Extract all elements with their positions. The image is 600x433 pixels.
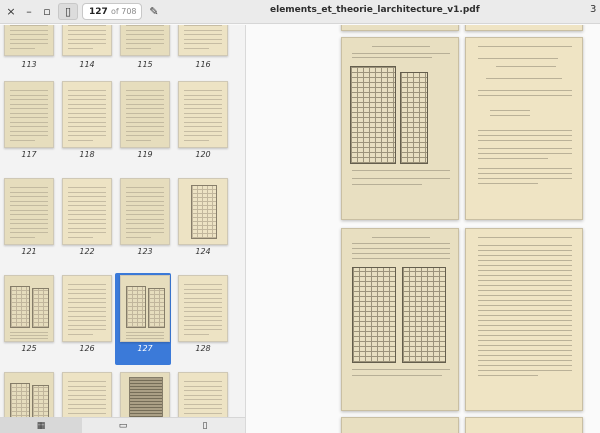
page-left-row3 — [341, 417, 459, 433]
tab-bookmarks[interactable]: ▯ — [164, 418, 246, 433]
thumbnail-page[interactable] — [62, 178, 112, 245]
thumbnail-label: 123 — [137, 247, 153, 256]
thumbnail-label: 120 — [195, 150, 211, 159]
thumbnail-label: 119 — [137, 150, 153, 159]
thumbnail-page[interactable] — [178, 372, 228, 417]
thumbnail-page[interactable] — [4, 372, 54, 417]
page-partial-top-right — [465, 25, 583, 31]
thumbnail-page[interactable] — [62, 372, 112, 417]
thumbnail-label: 115 — [137, 60, 153, 69]
thumbnail-label: 126 — [79, 344, 95, 353]
tab-thumbnails[interactable]: ▦ — [0, 418, 82, 433]
thumbnail-label: 128 — [195, 344, 211, 353]
facade-illustration-left — [350, 66, 396, 164]
thumbnail-page[interactable] — [120, 275, 170, 342]
sidebar-tab-bar: ▦ ▭ ▯ — [0, 417, 246, 433]
thumbnail-label: 124 — [195, 247, 211, 256]
thumbnail-label: 121 — [21, 247, 37, 256]
page-left-row2 — [341, 228, 459, 411]
thumbnail-page[interactable] — [120, 178, 170, 245]
thumbnail-label: 125 — [21, 344, 37, 353]
thumbnail-page[interactable] — [178, 275, 228, 342]
thumbnail-page[interactable] — [120, 81, 170, 148]
thumbnail-page[interactable] — [4, 178, 54, 245]
tab-annotations[interactable]: ▭ — [82, 418, 164, 433]
thumbnail-page[interactable] — [4, 81, 54, 148]
page-right-row1 — [465, 37, 583, 220]
thumbnail-label: 118 — [79, 150, 95, 159]
current-page-input[interactable]: 127 — [83, 7, 111, 17]
header-partial-glyph: 3 — [590, 4, 597, 15]
page-right-row2 — [465, 228, 583, 411]
thumbnail-page[interactable] — [4, 275, 54, 342]
thumbnail-label: 117 — [21, 150, 37, 159]
maximize-icon[interactable]: ▫ — [40, 3, 54, 20]
thumbnail-page[interactable] — [4, 25, 54, 56]
page-number-field[interactable]: 127 of 708 — [82, 3, 142, 20]
thumbnails-grid-icon: ▦ — [36, 421, 46, 431]
thumbnail-page[interactable] — [62, 275, 112, 342]
page-left-row1 — [341, 37, 459, 220]
thumbnail-page[interactable] — [178, 81, 228, 148]
document-view[interactable] — [247, 25, 600, 433]
thumbnail-page[interactable] — [62, 25, 112, 56]
thumbnail-label: 113 — [21, 60, 37, 69]
thumbnail-page[interactable] — [120, 25, 170, 56]
annotate-pencil-icon[interactable]: ✎ — [146, 3, 162, 20]
window-title: elements_et_theorie_larchitecture_v1.pdf — [270, 5, 480, 15]
facade-illustration-right — [400, 72, 428, 164]
thumbnail-label: 127 — [137, 344, 153, 353]
thumbnail-page[interactable] — [178, 25, 228, 56]
thumbnail-page[interactable] — [120, 372, 170, 417]
thumbnail-label: 116 — [195, 60, 211, 69]
bookmark-icon: ▯ — [202, 421, 208, 431]
thumbnail-sidebar: 113 114 115 116 117 118 119 120 121 122 123 124 125 1… — [0, 25, 246, 417]
window-illustration-left — [352, 267, 396, 363]
minimize-icon[interactable]: – — [22, 3, 36, 20]
close-icon[interactable]: × — [4, 3, 18, 20]
thumbnail-page[interactable] — [62, 81, 112, 148]
annotations-icon: ▭ — [118, 421, 128, 431]
window-illustration-right — [402, 267, 446, 363]
page-partial-top-left — [341, 25, 459, 31]
page-total-label: of 708 — [111, 7, 137, 16]
page-right-row3 — [465, 417, 583, 433]
thumbnail-page[interactable] — [178, 178, 228, 245]
thumbnail-label: 114 — [79, 60, 95, 69]
thumbnail-label: 122 — [79, 247, 95, 256]
header-bar: × – ▫ ▯ 127 of 708 ✎ elements_et_theorie… — [0, 0, 600, 24]
sidebar-toggle-icon[interactable]: ▯ — [58, 3, 78, 20]
